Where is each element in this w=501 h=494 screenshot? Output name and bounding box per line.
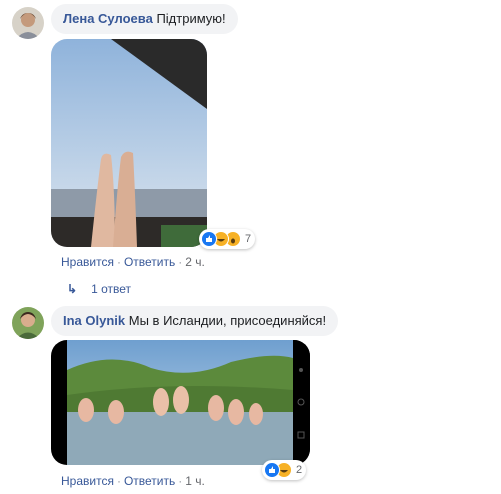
reply-link[interactable]: Ответить — [124, 255, 175, 269]
like-link[interactable]: Нравится — [61, 255, 114, 269]
comment-lena: Лена Сулоева Підтримую! 7 Нравится · Отв… — [0, 0, 501, 296]
timestamp[interactable]: 2 ч. — [185, 255, 205, 269]
separator-dot: · — [116, 255, 121, 269]
replies-link[interactable]: ↳ 1 ответ — [67, 282, 131, 296]
reaction-summary[interactable]: 7 — [199, 229, 256, 249]
separator-dot: · — [116, 474, 121, 488]
timestamp[interactable]: 1 ч. — [185, 474, 205, 488]
comment-bubble: Ina Olynik Мы в Исландии, присоединяйся! — [51, 306, 339, 336]
reaction-count: 2 — [296, 464, 303, 476]
avatar[interactable] — [12, 307, 44, 339]
comment-actions: Нравится · Ответить · 1 ч. — [61, 474, 205, 488]
reaction-count: 7 — [245, 233, 252, 245]
comment-text: Мы в Исландии, присоединяйся! — [128, 313, 327, 328]
separator-dot: · — [178, 255, 183, 269]
separator-dot: · — [178, 474, 183, 488]
like-link[interactable]: Нравится — [61, 474, 114, 488]
reply-arrow-icon: ↳ — [67, 282, 78, 296]
avatar[interactable] — [12, 7, 44, 39]
like-icon — [201, 231, 217, 247]
comment-bubble: Лена Сулоева Підтримую! — [51, 4, 238, 34]
comment-text: Підтримую! — [156, 11, 226, 26]
comment-photo[interactable] — [51, 39, 207, 247]
comment-author[interactable]: Лена Сулоева — [63, 11, 153, 26]
reaction-summary[interactable]: 2 — [262, 460, 307, 480]
replies-label: 1 ответ — [91, 282, 131, 296]
like-icon — [264, 462, 280, 478]
reply-link[interactable]: Ответить — [124, 474, 175, 488]
comment-ina: Ina Olynik Мы в Исландии, присоединяйся! — [0, 300, 501, 494]
comment-author[interactable]: Ina Olynik — [63, 313, 125, 328]
comment-photo[interactable] — [51, 340, 310, 465]
comment-actions: Нравится · Ответить · 2 ч. — [61, 255, 205, 269]
